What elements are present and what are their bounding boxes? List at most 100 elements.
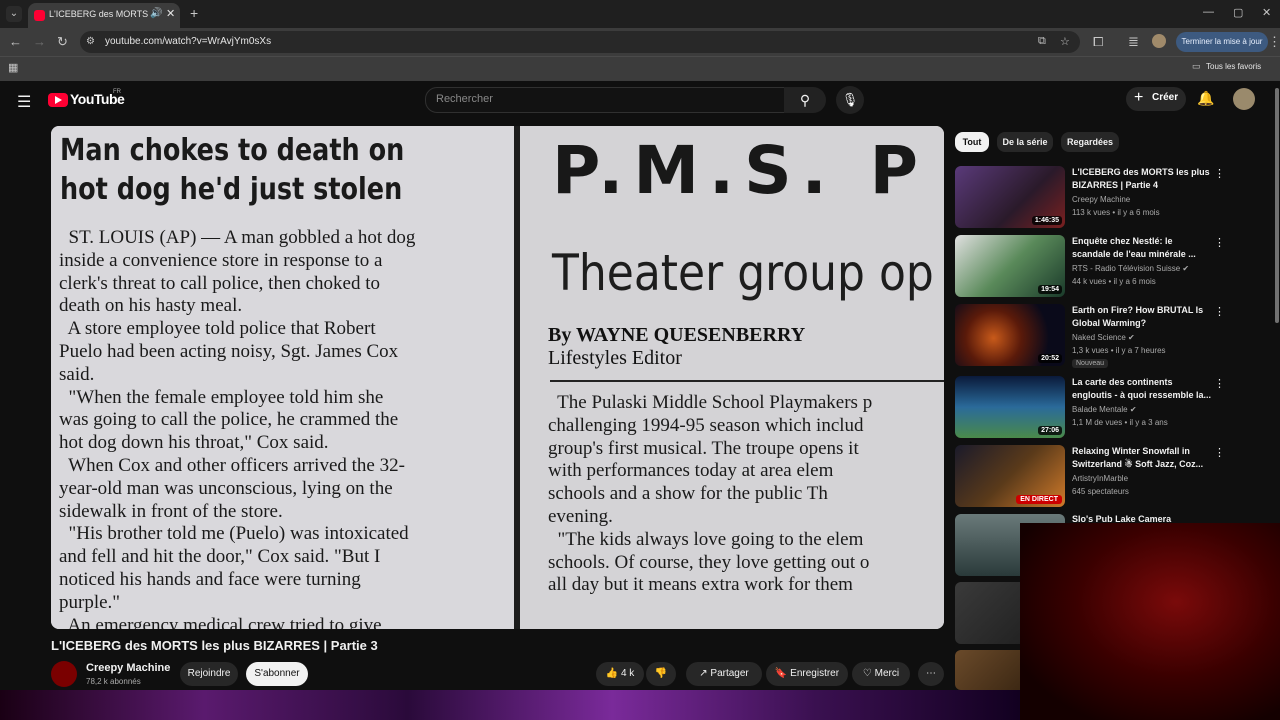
rec-meta: 1,1 M de vues • il y a 3 ans bbox=[1072, 418, 1168, 427]
extensions-icon[interactable]: ⧠ bbox=[1093, 34, 1103, 50]
article-line: all day but it means extra work for them bbox=[548, 574, 853, 596]
rec-more-icon[interactable]: ⋮ bbox=[1214, 305, 1225, 318]
update-browser-button[interactable]: Terminer la mise à jour bbox=[1176, 32, 1268, 52]
subscriber-count: 78,2 k abonnés bbox=[86, 677, 141, 686]
article-line: inside a convenience store in response t… bbox=[59, 249, 383, 271]
forward-button[interactable]: → bbox=[33, 34, 46, 49]
rec-meta: 645 spectateurs bbox=[1072, 487, 1129, 496]
site-info-icon[interactable]: ⚙ bbox=[86, 36, 95, 47]
browser-tab[interactable]: L'ICEBERG des MORTS les plus BIZARRES | … bbox=[28, 3, 180, 28]
article-line: hot dog down his throat," Cox said. bbox=[59, 432, 329, 454]
reload-button[interactable]: ↻ bbox=[57, 34, 68, 50]
apps-grid-icon[interactable]: ▦ bbox=[8, 61, 18, 74]
minimize-window-button[interactable]: — bbox=[1203, 6, 1214, 18]
guide-menu-icon[interactable]: ☰ bbox=[17, 92, 31, 112]
article-line: with performances today at area elem bbox=[548, 460, 834, 482]
search-input[interactable] bbox=[436, 93, 766, 105]
rec-thumbnail[interactable]: EN DIRECT bbox=[955, 445, 1065, 507]
rec-more-icon[interactable]: ⋮ bbox=[1214, 377, 1225, 390]
cast-icon[interactable]: ⧉ bbox=[1038, 35, 1046, 48]
article-line: ST. LOUIS (AP) — A man gobbled a hot dog bbox=[59, 227, 416, 248]
rec-title[interactable]: La carte des continents engloutis - à qu… bbox=[1072, 376, 1212, 402]
thumbs-up-icon: 👍 bbox=[605, 668, 619, 679]
rec-thumbnail[interactable]: 27:06 bbox=[955, 376, 1065, 438]
thumbs-down-icon: 👎 bbox=[654, 668, 668, 679]
save-button[interactable]: 🔖 Enregistrer bbox=[766, 662, 848, 686]
rec-title[interactable]: Earth on Fire? How BRUTAL Is Global Warm… bbox=[1072, 304, 1212, 330]
article-line: death on his hasty meal. bbox=[59, 295, 243, 317]
right-headline: P.M.S. P bbox=[552, 132, 929, 209]
maximize-window-button[interactable]: ▢ bbox=[1233, 6, 1243, 19]
search-box[interactable] bbox=[425, 87, 785, 113]
newspaper-right-column: P.M.S. P Theater group op By WAYNE QUESE… bbox=[520, 126, 944, 629]
search-button[interactable]: ⚲ bbox=[784, 87, 826, 113]
channel-avatar[interactable] bbox=[51, 661, 77, 687]
newspaper-headline-line1: Man chokes to death on bbox=[60, 133, 405, 168]
rec-title[interactable]: Relaxing Winter Snowfall in Switzerland … bbox=[1072, 445, 1212, 471]
rec-more-icon[interactable]: ⋮ bbox=[1214, 236, 1225, 249]
more-horizontal-icon: ⋯ bbox=[926, 668, 936, 679]
browser-toolbar: ← → ↻ ⚙ youtube.com/watch?v=WrAvjYm0sXs … bbox=[0, 28, 1280, 56]
rec-title[interactable]: L'ICEBERG des MORTS les plus BIZARRES | … bbox=[1072, 166, 1212, 192]
rec-thumbnail[interactable]: 1:46:35 bbox=[955, 166, 1065, 228]
article-line: "His brother told me (Puelo) was intoxic… bbox=[59, 523, 409, 545]
thanks-button[interactable]: ♡ Merci bbox=[852, 662, 910, 686]
new-tab-button[interactable]: + bbox=[190, 5, 198, 21]
channel-name[interactable]: Creepy Machine bbox=[86, 662, 170, 674]
join-button[interactable]: Rejoindre bbox=[180, 662, 238, 686]
rec-more-icon[interactable]: ⋮ bbox=[1214, 446, 1225, 459]
close-tab-icon[interactable]: ✕ bbox=[166, 7, 175, 20]
browser-menu-icon[interactable]: ⋮ bbox=[1268, 34, 1280, 50]
article-line: was going to call the police, he crammed… bbox=[59, 409, 399, 431]
rec-channel[interactable]: Naked Science ✔ bbox=[1072, 333, 1135, 342]
microphone-icon: 🎙 bbox=[841, 92, 859, 107]
dislike-button[interactable]: 👎 bbox=[646, 662, 676, 686]
create-button[interactable]: + Créer bbox=[1126, 87, 1186, 111]
rec-channel[interactable]: RTS - Radio Télévision Suisse ✔ bbox=[1072, 264, 1189, 273]
rec-channel[interactable]: Balade Mentale ✔ bbox=[1072, 405, 1137, 414]
video-player[interactable]: Man chokes to death on hot dog he'd just… bbox=[51, 126, 944, 629]
chip-all[interactable]: Tout bbox=[955, 132, 989, 152]
audio-playing-icon[interactable]: 🔊 bbox=[150, 8, 162, 19]
share-label: Partager bbox=[710, 668, 749, 679]
duration-badge: 1:46:35 bbox=[1031, 216, 1062, 225]
more-actions-button[interactable]: ⋯ bbox=[918, 662, 944, 686]
webcam-overlay bbox=[1020, 523, 1280, 720]
video-title: L'ICEBERG des MORTS les plus BIZARRES | … bbox=[51, 638, 378, 653]
article-line: year-old man was unconscious, lying on t… bbox=[59, 477, 393, 499]
like-count: 4 k bbox=[620, 668, 635, 679]
profile-avatar[interactable] bbox=[1152, 34, 1166, 48]
rec-channel[interactable]: Creepy Machine bbox=[1072, 195, 1130, 204]
subscribe-button[interactable]: S'abonner bbox=[246, 662, 308, 686]
rec-more-icon[interactable]: ⋮ bbox=[1214, 167, 1225, 180]
account-avatar[interactable] bbox=[1233, 88, 1255, 110]
folder-icon: ▭ bbox=[1192, 61, 1201, 71]
address-bar[interactable]: ⚙ youtube.com/watch?v=WrAvjYm0sXs ⧉ ☆ bbox=[80, 31, 1080, 53]
chip-watched[interactable]: Regardées bbox=[1061, 132, 1119, 152]
share-button[interactable]: ↗ Partager bbox=[686, 662, 762, 686]
all-bookmarks-link[interactable]: Tous les favoris bbox=[1206, 62, 1261, 71]
bookmark-star-icon[interactable]: ☆ bbox=[1060, 35, 1070, 48]
rec-meta: 44 k vues • il y a 6 mois bbox=[1072, 277, 1156, 286]
reading-list-icon[interactable]: ≣ bbox=[1128, 34, 1139, 50]
like-button[interactable]: 👍 4 k bbox=[596, 662, 644, 686]
back-button[interactable]: ← bbox=[9, 34, 22, 49]
country-code: FR bbox=[113, 89, 121, 95]
rec-channel[interactable]: ArtistryInMarble bbox=[1072, 474, 1128, 483]
chip-series[interactable]: De la série bbox=[997, 132, 1053, 152]
scrollbar-thumb[interactable] bbox=[1275, 88, 1279, 323]
close-window-button[interactable]: ✕ bbox=[1262, 6, 1271, 19]
rec-title[interactable]: Enquête chez Nestlé: le scandale de l'ea… bbox=[1072, 235, 1212, 261]
page-scrollbar[interactable] bbox=[1274, 84, 1280, 324]
heart-dollar-icon: ♡ bbox=[862, 668, 872, 679]
article-line: group's first musical. The troupe opens … bbox=[548, 437, 859, 459]
voice-search-button[interactable]: 🎙 bbox=[836, 86, 864, 114]
rec-thumbnail[interactable]: 19:54 bbox=[955, 235, 1065, 297]
youtube-favicon-icon bbox=[34, 10, 45, 21]
tab-list-button[interactable]: ⌄ bbox=[6, 6, 22, 22]
search-icon: ⚲ bbox=[799, 92, 811, 108]
right-article-body: The Pulaski Middle School Playmakers p ch… bbox=[548, 392, 872, 597]
notifications-bell-icon[interactable]: 🔔 bbox=[1197, 90, 1214, 107]
youtube-logo-icon[interactable] bbox=[48, 93, 68, 107]
rec-thumbnail[interactable]: 20:52 bbox=[955, 304, 1065, 366]
